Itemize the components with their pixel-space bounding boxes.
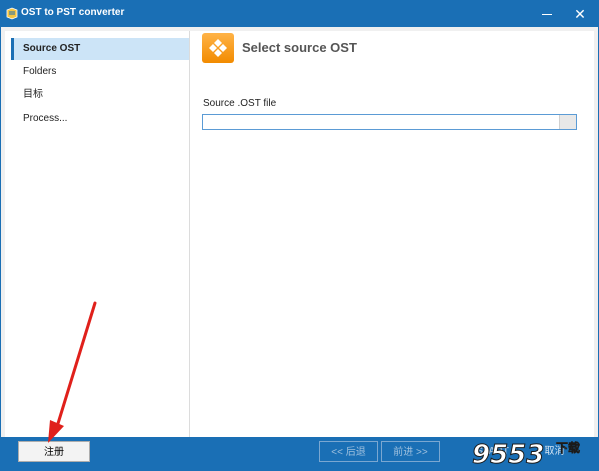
sidebar-item-label: Folders xyxy=(23,66,57,77)
back-button[interactable]: << 后退 xyxy=(319,441,378,462)
app-icon xyxy=(6,7,18,20)
title-bar[interactable]: OST to PST converter ✕ xyxy=(1,1,598,27)
next-button[interactable]: 前进 >> xyxy=(381,441,440,462)
window-title: OST to PST converter xyxy=(21,7,125,18)
sidebar-item-folders[interactable]: Folders xyxy=(11,61,189,83)
main-panel: Select source OST Source .OST file xyxy=(189,31,594,437)
sidebar-item-target[interactable]: 目标 xyxy=(11,84,189,106)
source-file-input[interactable] xyxy=(203,115,564,129)
exchange-logo-icon xyxy=(209,39,227,57)
app-window: OST to PST converter ✕ Source OST Folder… xyxy=(0,0,599,471)
browse-button[interactable] xyxy=(559,115,576,129)
sidebar-item-label: Source OST xyxy=(23,43,81,54)
cancel-button[interactable]: 取消 xyxy=(525,441,584,462)
sidebar-item-label: Process... xyxy=(23,113,68,124)
minimize-icon xyxy=(542,13,552,15)
register-button[interactable]: 注册 xyxy=(18,441,90,462)
close-button[interactable]: ✕ xyxy=(562,1,598,27)
close-icon: ✕ xyxy=(574,6,586,22)
source-file-label: Source .OST file xyxy=(203,98,277,109)
sidebar-item-process[interactable]: Process... xyxy=(11,108,189,130)
sidebar: Source OST Folders 目标 Process... xyxy=(5,31,189,437)
page-title: Select source OST xyxy=(242,40,357,55)
minimize-button[interactable] xyxy=(529,1,565,27)
sidebar-item-source-ost[interactable]: Source OST xyxy=(11,38,189,60)
outlook-icon xyxy=(202,33,234,63)
footer-bar: 注册 << 后退 前进 >> START 取消 xyxy=(1,437,598,470)
sidebar-item-label: 目标 xyxy=(23,89,43,100)
source-file-field[interactable] xyxy=(202,114,577,130)
start-button[interactable]: START xyxy=(463,441,522,462)
